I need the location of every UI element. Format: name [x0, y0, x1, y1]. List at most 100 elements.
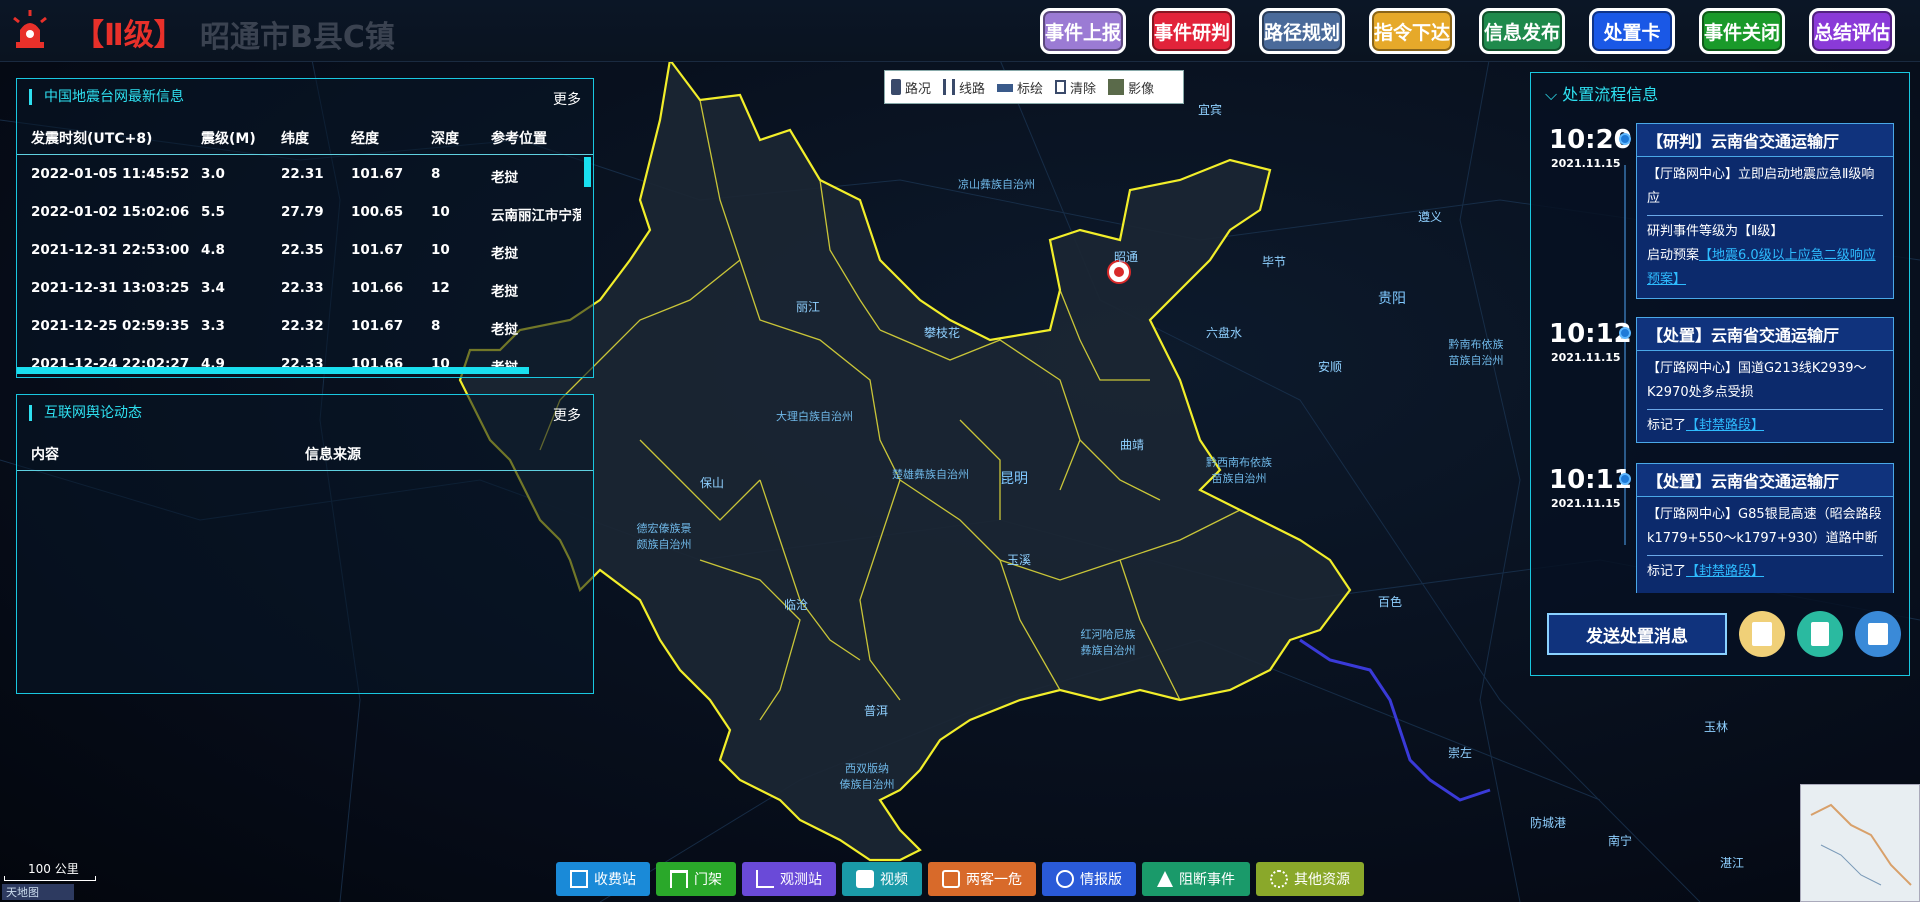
cell-depth: 10	[431, 242, 450, 258]
truck-icon	[942, 870, 960, 888]
col-lat: 纬度	[281, 131, 309, 147]
map-label-panzhihua: 攀枝花	[924, 326, 961, 340]
cell-lat: 27.79	[281, 204, 324, 220]
cell-lon: 101.67	[351, 242, 404, 258]
route-tool-label: 线路	[959, 81, 986, 97]
col-source: 信息来源	[305, 447, 361, 463]
minimap-svg	[1810, 803, 1912, 886]
cell-location: 老挝	[491, 246, 518, 262]
cell-magnitude: 4.8	[201, 242, 225, 258]
hazardous-vehicle-button[interactable]: 两客一危	[928, 862, 1036, 896]
cell-depth: 10	[431, 204, 450, 220]
imagery-tool[interactable]: 影像	[1102, 78, 1160, 97]
cell-lat: 22.31	[281, 166, 324, 182]
map-label-lijiang: 丽江	[796, 300, 821, 314]
timeline-card[interactable]: 【处置】云南省交通运输厅 【厅路网中心】国道G213线K2939～K2970处多…	[1636, 317, 1894, 443]
route-tool[interactable]: 线路	[937, 78, 991, 97]
issue-command-button[interactable]: 指令下达	[1369, 8, 1455, 54]
observation-station-button[interactable]: 观测站	[742, 862, 836, 896]
map-label-qianxinan: 黔西南布依族苗族自治州	[1206, 456, 1272, 485]
document-icon[interactable]	[1739, 611, 1785, 657]
cell-location: 老挝	[491, 170, 518, 186]
map-label-anshun: 安顺	[1318, 360, 1343, 374]
map-label-dali: 大理白族自治州	[776, 410, 853, 423]
chart-icon[interactable]	[1855, 611, 1901, 657]
gantry-button[interactable]: 门架	[656, 862, 736, 896]
video-label: 视频	[880, 872, 908, 888]
map-label-bijie: 毕节	[1262, 255, 1287, 269]
opinion-panel-title: 互联网舆论动态	[29, 405, 142, 421]
road-closure-link[interactable]: 【封禁路段】	[1686, 564, 1764, 579]
handling-card-button[interactable]: 处置卡	[1589, 8, 1675, 54]
gantry-icon	[670, 870, 688, 888]
map-label-xishuangbanna: 西双版纳 傣族自治州	[839, 762, 895, 791]
video-button[interactable]: 视频	[842, 862, 922, 896]
vertical-scrollbar[interactable]	[584, 157, 591, 187]
analyze-event-button[interactable]: 事件研判	[1149, 8, 1235, 54]
opinion-more-link[interactable]: 更多	[553, 405, 581, 425]
video-icon	[856, 870, 874, 888]
traffic-tool[interactable]: 路况	[885, 78, 937, 97]
map-label-yuxi: 玉溪	[1007, 553, 1032, 567]
clear-tool[interactable]: 清除	[1049, 78, 1102, 97]
cell-location: 云南丽江市宁蒗	[491, 208, 581, 224]
table-row[interactable]: 2021-12-31 13:03:25 3.4 22.33 101.66 12 …	[17, 270, 593, 308]
table-row[interactable]: 2022-01-02 15:02:06 5.5 27.79 100.65 10 …	[17, 194, 593, 232]
card-text: 【厅路网中心】国道G213线K2939～K2970处多点受损	[1647, 361, 1867, 400]
table-row[interactable]: 2021-12-25 02:59:35 3.3 22.32 101.67 8 老…	[17, 308, 593, 346]
quake-table-header: 发震时刻(UTC+8) 震级(M) 纬度 经度 深度 参考位置	[17, 119, 593, 155]
card-text: 标记了	[1647, 564, 1687, 579]
map-label-nanning: 南宁	[1608, 834, 1633, 848]
report-event-button[interactable]: 事件上报	[1040, 8, 1126, 54]
opinion-panel: 互联网舆论动态 更多 内容 信息来源	[16, 394, 594, 694]
chevron-down-icon[interactable]: ⌵	[1545, 85, 1562, 104]
map-label-yulin: 玉林	[1704, 720, 1729, 734]
cell-lon: 101.66	[351, 280, 404, 296]
opinion-table-header: 内容 信息来源	[17, 435, 593, 471]
col-lon: 经度	[351, 131, 379, 147]
map-label-zhanjiang: 湛江	[1720, 856, 1745, 870]
bar-chart-icon	[756, 870, 774, 888]
card-text: 【厅路网中心】立即启动地震应急Ⅱ级响应	[1647, 167, 1875, 206]
flag-icon	[997, 82, 1014, 92]
map-label-kunming: 昆明	[1000, 471, 1028, 487]
map-label-baoshan: 保山	[700, 476, 725, 490]
map-scale-label: 100 公里	[28, 862, 79, 876]
table-row[interactable]: 2022-01-05 11:45:52 3.0 22.31 101.67 8 老…	[17, 156, 593, 194]
timeline-card[interactable]: 【处置】云南省交通运输厅 【厅路网中心】G85银昆高速（昭会路段 k1779+5…	[1636, 463, 1894, 593]
timeline-dot	[1619, 133, 1631, 145]
timeline-dot	[1619, 473, 1631, 485]
quake-more-link[interactable]: 更多	[553, 89, 581, 109]
other-resources-button[interactable]: 其他资源	[1256, 862, 1364, 896]
road-icon	[943, 79, 956, 95]
blocking-event-button[interactable]: 阻断事件	[1142, 862, 1250, 896]
map-label-honghe: 红河哈尼族 彝族自治州	[1080, 628, 1136, 657]
cell-lon: 101.67	[351, 166, 404, 182]
report-icon[interactable]	[1797, 611, 1843, 657]
map-label-zunyi: 遵义	[1418, 210, 1443, 224]
horizontal-scrollbar[interactable]	[17, 367, 529, 374]
map-label-yibin: 宜宾	[1198, 103, 1223, 117]
map-label-fangchenggang: 防城港	[1530, 816, 1567, 830]
table-row[interactable]: 2021-12-31 22:53:00 4.8 22.35 101.67 10 …	[17, 232, 593, 270]
process-title-text: 处置流程信息	[1562, 85, 1659, 104]
imagery-tool-label: 影像	[1128, 81, 1155, 97]
card-text: 启动预案	[1647, 248, 1700, 263]
col-depth: 深度	[431, 131, 459, 147]
toll-station-button[interactable]: 收费站	[556, 862, 650, 896]
route-planning-button[interactable]: 路径规划	[1259, 8, 1345, 54]
plot-tool[interactable]: 标绘	[991, 78, 1049, 97]
publish-info-button[interactable]: 信息发布	[1479, 8, 1565, 54]
overview-minimap[interactable]	[1800, 784, 1920, 902]
summary-evaluation-button[interactable]: 总结评估	[1809, 8, 1895, 54]
road-closure-link[interactable]: 【封禁路段】	[1686, 418, 1764, 433]
send-message-button[interactable]: 发送处置消息	[1547, 613, 1727, 655]
info-board-button[interactable]: 情报版	[1042, 862, 1136, 896]
timeline-scroll[interactable]: 10:20 2021.11.15 【研判】云南省交通运输厅 【厅路网中心】立即启…	[1531, 115, 1911, 593]
cell-time: 2021-12-25 02:59:35	[31, 318, 190, 334]
timeline-card[interactable]: 【研判】云南省交通运输厅 【厅路网中心】立即启动地震应急Ⅱ级响应 研判事件等级为…	[1636, 123, 1894, 299]
close-event-button[interactable]: 事件关闭	[1699, 8, 1785, 54]
cell-time: 2021-12-31 22:53:00	[31, 242, 190, 258]
map-label-dehong: 德宏傣族景颇族自治州	[636, 522, 692, 551]
quake-panel-title: 中国地震台网最新信息	[29, 89, 184, 105]
